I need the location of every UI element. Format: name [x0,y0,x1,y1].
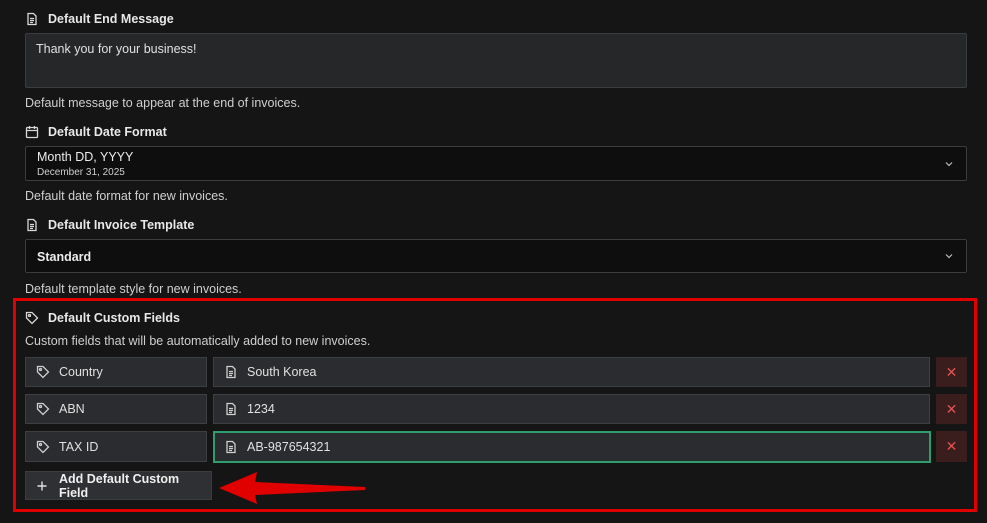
custom-field-name-input[interactable]: Country [25,357,207,387]
close-icon: ✕ [945,363,958,380]
invoice-template-title: Default Invoice Template [48,218,195,232]
custom-field-name: TAX ID [59,439,99,454]
close-icon: ✕ [945,400,958,417]
document-icon [25,218,39,232]
close-icon: ✕ [945,438,958,454]
delete-field-button[interactable]: ✕ [936,357,967,387]
end-message-heading: Default End Message [25,12,174,26]
delete-field-button[interactable]: ✕ [936,431,967,462]
plus-icon [35,479,49,493]
end-message-textarea[interactable]: Thank you for your business! [25,33,967,88]
date-format-help: Default date format for new invoices. [25,189,228,203]
calendar-icon [25,125,39,139]
end-message-value: Thank you for your business! [36,42,197,56]
custom-field-name: ABN [59,402,85,416]
custom-field-value-input[interactable]: AB-987654321 [213,431,931,463]
document-icon [224,402,238,416]
document-icon [224,440,238,454]
date-format-title: Default Date Format [48,125,167,139]
custom-field-value-input[interactable]: South Korea [213,357,930,387]
invoice-template-heading: Default Invoice Template [25,218,194,232]
invoice-template-help: Default template style for new invoices. [25,282,242,296]
custom-field-value: AB-987654321 [247,440,331,454]
end-message-help: Default message to appear at the end of … [25,96,301,110]
custom-fields-title: Default Custom Fields [48,311,180,325]
document-icon [224,365,238,379]
add-custom-field-label: Add Default Custom Field [59,471,180,500]
custom-field-value: 1234 [247,402,275,416]
date-format-example: December 31, 2025 [37,167,125,178]
tag-icon [36,402,50,416]
document-icon [25,12,39,26]
date-format-value: Month DD, YYYY [37,150,134,164]
tag-icon [36,440,50,454]
chevron-down-icon [945,254,953,259]
date-format-select[interactable]: Month DD, YYYY December 31, 2025 [25,146,967,181]
custom-fields-heading: Default Custom Fields [25,311,180,325]
chevron-down-icon [945,161,953,166]
custom-field-name: Country [59,365,103,379]
delete-field-button[interactable]: ✕ [936,394,967,424]
invoice-template-value: Standard [37,250,92,264]
custom-field-value: South Korea [247,365,317,379]
custom-field-name-input[interactable]: TAX ID [25,431,207,462]
end-message-title: Default End Message [48,12,174,26]
invoice-template-select[interactable]: Standard [25,239,967,273]
tag-icon [25,311,39,325]
custom-fields-help: Custom fields that will be automatically… [25,334,371,348]
date-format-heading: Default Date Format [25,125,167,139]
tag-icon [36,365,50,379]
custom-field-value-input[interactable]: 1234 [213,394,930,424]
custom-field-name-input[interactable]: ABN [25,394,207,424]
add-custom-field-button[interactable]: Add Default Custom Field [25,471,212,500]
annotation-arrow-icon [219,472,365,504]
